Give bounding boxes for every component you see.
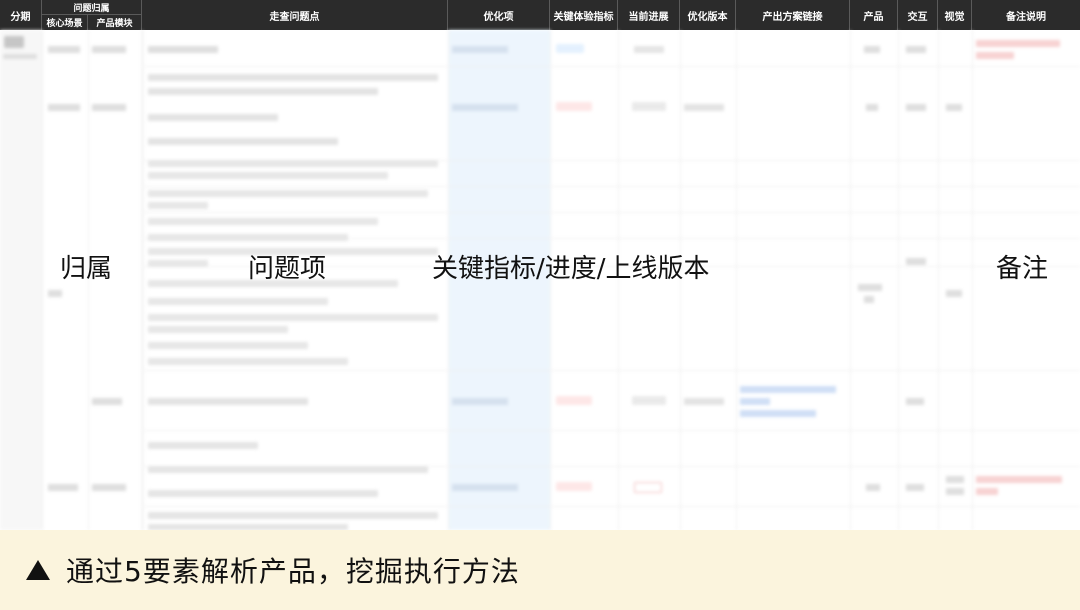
header-progress[interactable]: 当前进展 [618, 0, 680, 30]
header-version[interactable]: 优化版本 [680, 0, 736, 30]
overlay-metrics-label: 关键指标/进度/上线版本 [432, 254, 710, 284]
header-interaction[interactable]: 交互 [898, 0, 938, 30]
header-product-module[interactable]: 产品模块 [88, 15, 142, 30]
header-product[interactable]: 产品 [850, 0, 898, 30]
header-solution-link[interactable]: 产出方案链接 [736, 0, 850, 30]
table-header: 分期 问题归属 核心场景 产品模块 走查问题点 优化项 关键体验指标 当前进展 … [0, 0, 1080, 30]
overlay-issue-label: 问题项 [248, 254, 327, 284]
header-group-ownership: 问题归属 [42, 0, 142, 15]
caption-text: 通过5要素解析产品，挖掘执行方法 [66, 555, 520, 588]
header-core-scene[interactable]: 核心场景 [42, 15, 88, 30]
screenshot-page: 分期 问题归属 核心场景 产品模块 走查问题点 优化项 关键体验指标 当前进展 … [0, 0, 1080, 610]
overlay-ownership-label: 归属 [60, 254, 113, 284]
overlay-remarks-label: 备注 [996, 254, 1049, 284]
header-optimization[interactable]: 优化项 [448, 0, 550, 30]
caption-bar: 通过5要素解析产品，挖掘执行方法 [0, 530, 1080, 610]
header-issue-point[interactable]: 走查问题点 [142, 0, 448, 30]
header-key-metric[interactable]: 关键体验指标 [550, 0, 618, 30]
header-visual[interactable]: 视觉 [938, 0, 972, 30]
header-period[interactable]: 分期 [0, 0, 42, 30]
triangle-up-icon [26, 560, 50, 580]
header-remarks[interactable]: 备注说明 [972, 0, 1080, 30]
